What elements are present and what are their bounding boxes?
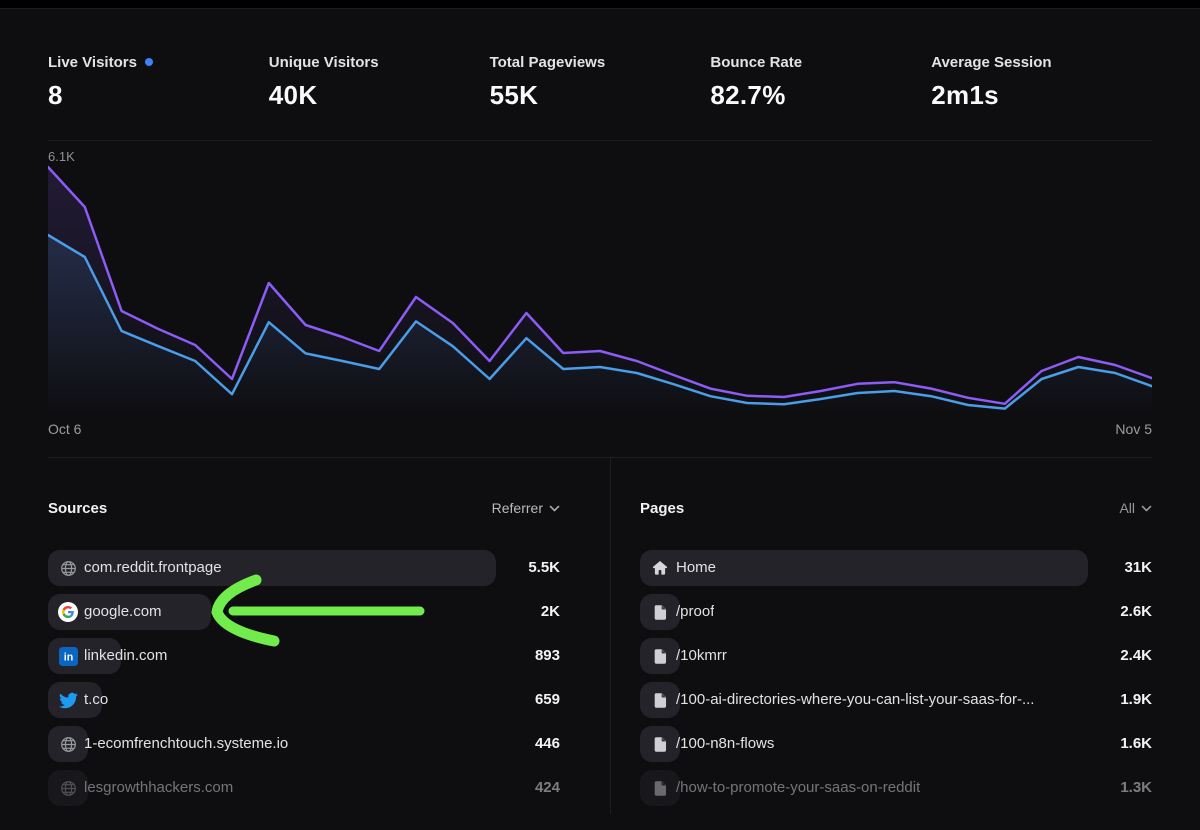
file-icon [640, 682, 680, 718]
stat-label-text: Bounce Rate [710, 54, 802, 71]
source-row[interactable]: 1-ecomfrenchtouch.systeme.io 446 [48, 726, 560, 762]
stat-total-pageviews: Total Pageviews 55K [490, 53, 711, 110]
source-row[interactable]: google.com 2K [48, 594, 560, 630]
source-label: lesgrowthhackers.com [84, 770, 233, 806]
stat-value: 2m1s [931, 80, 1152, 110]
svg-text:in: in [63, 651, 72, 663]
source-value: 2K [541, 594, 560, 630]
page-value: 2.4K [1120, 638, 1152, 674]
linkedin-icon: in [48, 638, 88, 674]
page-value: 2.6K [1120, 594, 1152, 630]
home-icon [640, 550, 680, 586]
stat-unique-visitors: Unique Visitors 40K [269, 53, 490, 110]
globe-icon [48, 550, 88, 586]
pages-panel: Pages All Home 31K /proof 2.6K /10kmrr 2… [640, 458, 1152, 814]
file-icon [640, 770, 680, 806]
sources-list: com.reddit.frontpage 5.5K google.com 2K … [48, 550, 560, 806]
page-row[interactable]: /100-ai-directories-where-you-can-list-y… [640, 682, 1152, 718]
pages-title: Pages [640, 500, 684, 517]
page-value: 1.6K [1120, 726, 1152, 762]
sources-filter-label: Referrer [492, 500, 543, 516]
page-label: /100-ai-directories-where-you-can-list-y… [676, 682, 1034, 718]
page-row[interactable]: /10kmrr 2.4K [640, 638, 1152, 674]
window-top-strip [0, 0, 1200, 9]
source-label: t.co [84, 682, 108, 718]
stat-value: 40K [269, 80, 490, 110]
stat-label-text: Unique Visitors [269, 54, 379, 71]
chevron-down-icon [549, 505, 560, 512]
file-icon [640, 638, 680, 674]
page-value: 1.9K [1120, 682, 1152, 718]
page-row[interactable]: /how-to-promote-your-saas-on-reddit 1.3K [640, 770, 1152, 806]
page-label: /how-to-promote-your-saas-on-reddit [676, 770, 920, 806]
page-row[interactable]: /proof 2.6K [640, 594, 1152, 630]
pages-filter-label: All [1119, 500, 1135, 516]
stat-live-visitors: Live Visitors 8 [48, 53, 269, 110]
pages-list: Home 31K /proof 2.6K /10kmrr 2.4K /100-a… [640, 550, 1152, 806]
sources-panel: Sources Referrer com.reddit.frontpage 5.… [48, 458, 560, 814]
source-value: 893 [535, 638, 560, 674]
source-value: 659 [535, 682, 560, 718]
google-icon [48, 594, 88, 630]
page-label: Home [676, 550, 716, 586]
vertical-divider [610, 458, 611, 814]
globe-icon [48, 726, 88, 762]
source-row[interactable]: t.co 659 [48, 682, 560, 718]
source-label: 1-ecomfrenchtouch.systeme.io [84, 726, 288, 762]
pages-filter-dropdown[interactable]: All [1119, 500, 1152, 516]
source-row[interactable]: lesgrowthhackers.com 424 [48, 770, 560, 806]
source-value: 424 [535, 770, 560, 806]
source-label: google.com [84, 594, 162, 630]
stat-value: 8 [48, 80, 269, 110]
stat-label-text: Average Session [931, 54, 1051, 71]
page-label: /proof [676, 594, 714, 630]
source-row[interactable]: com.reddit.frontpage 5.5K [48, 550, 560, 586]
stat-value: 55K [490, 80, 711, 110]
traffic-chart-card: 6.1K Oct 6 Nov 5 [48, 140, 1152, 458]
page-label: /100-n8n-flows [676, 726, 774, 762]
globe-icon [48, 770, 88, 806]
x-axis-start-label: Oct 6 [48, 421, 81, 439]
x-axis-end-label: Nov 5 [1115, 421, 1152, 439]
stats-row: Live Visitors 8 Unique Visitors 40K Tota… [0, 9, 1200, 110]
sources-title: Sources [48, 500, 107, 517]
stat-label-text: Total Pageviews [490, 54, 606, 71]
file-icon [640, 726, 680, 762]
page-label: /10kmrr [676, 638, 727, 674]
visitors-area [48, 235, 1152, 415]
traffic-line-chart[interactable] [48, 163, 1152, 415]
chevron-down-icon [1141, 505, 1152, 512]
stat-average-session: Average Session 2m1s [931, 53, 1152, 110]
sources-filter-dropdown[interactable]: Referrer [492, 500, 560, 516]
source-label: linkedin.com [84, 638, 167, 674]
page-row[interactable]: Home 31K [640, 550, 1152, 586]
live-dot-icon [145, 58, 153, 66]
stat-value: 82.7% [710, 80, 931, 110]
stat-label: Live Visitors [48, 53, 269, 71]
source-value: 5.5K [528, 550, 560, 586]
source-row[interactable]: in linkedin.com 893 [48, 638, 560, 674]
stat-bounce-rate: Bounce Rate 82.7% [710, 53, 931, 110]
breakdown-lists: Sources Referrer com.reddit.frontpage 5.… [0, 458, 1200, 814]
page-value: 31K [1124, 550, 1152, 586]
source-value: 446 [535, 726, 560, 762]
twitter-icon [48, 682, 88, 718]
file-icon [640, 594, 680, 630]
x-axis-labels: Oct 6 Nov 5 [48, 421, 1152, 439]
source-label: com.reddit.frontpage [84, 550, 222, 586]
page-row[interactable]: /100-n8n-flows 1.6K [640, 726, 1152, 762]
stat-label-text: Live Visitors [48, 54, 137, 71]
page-value: 1.3K [1120, 770, 1152, 806]
